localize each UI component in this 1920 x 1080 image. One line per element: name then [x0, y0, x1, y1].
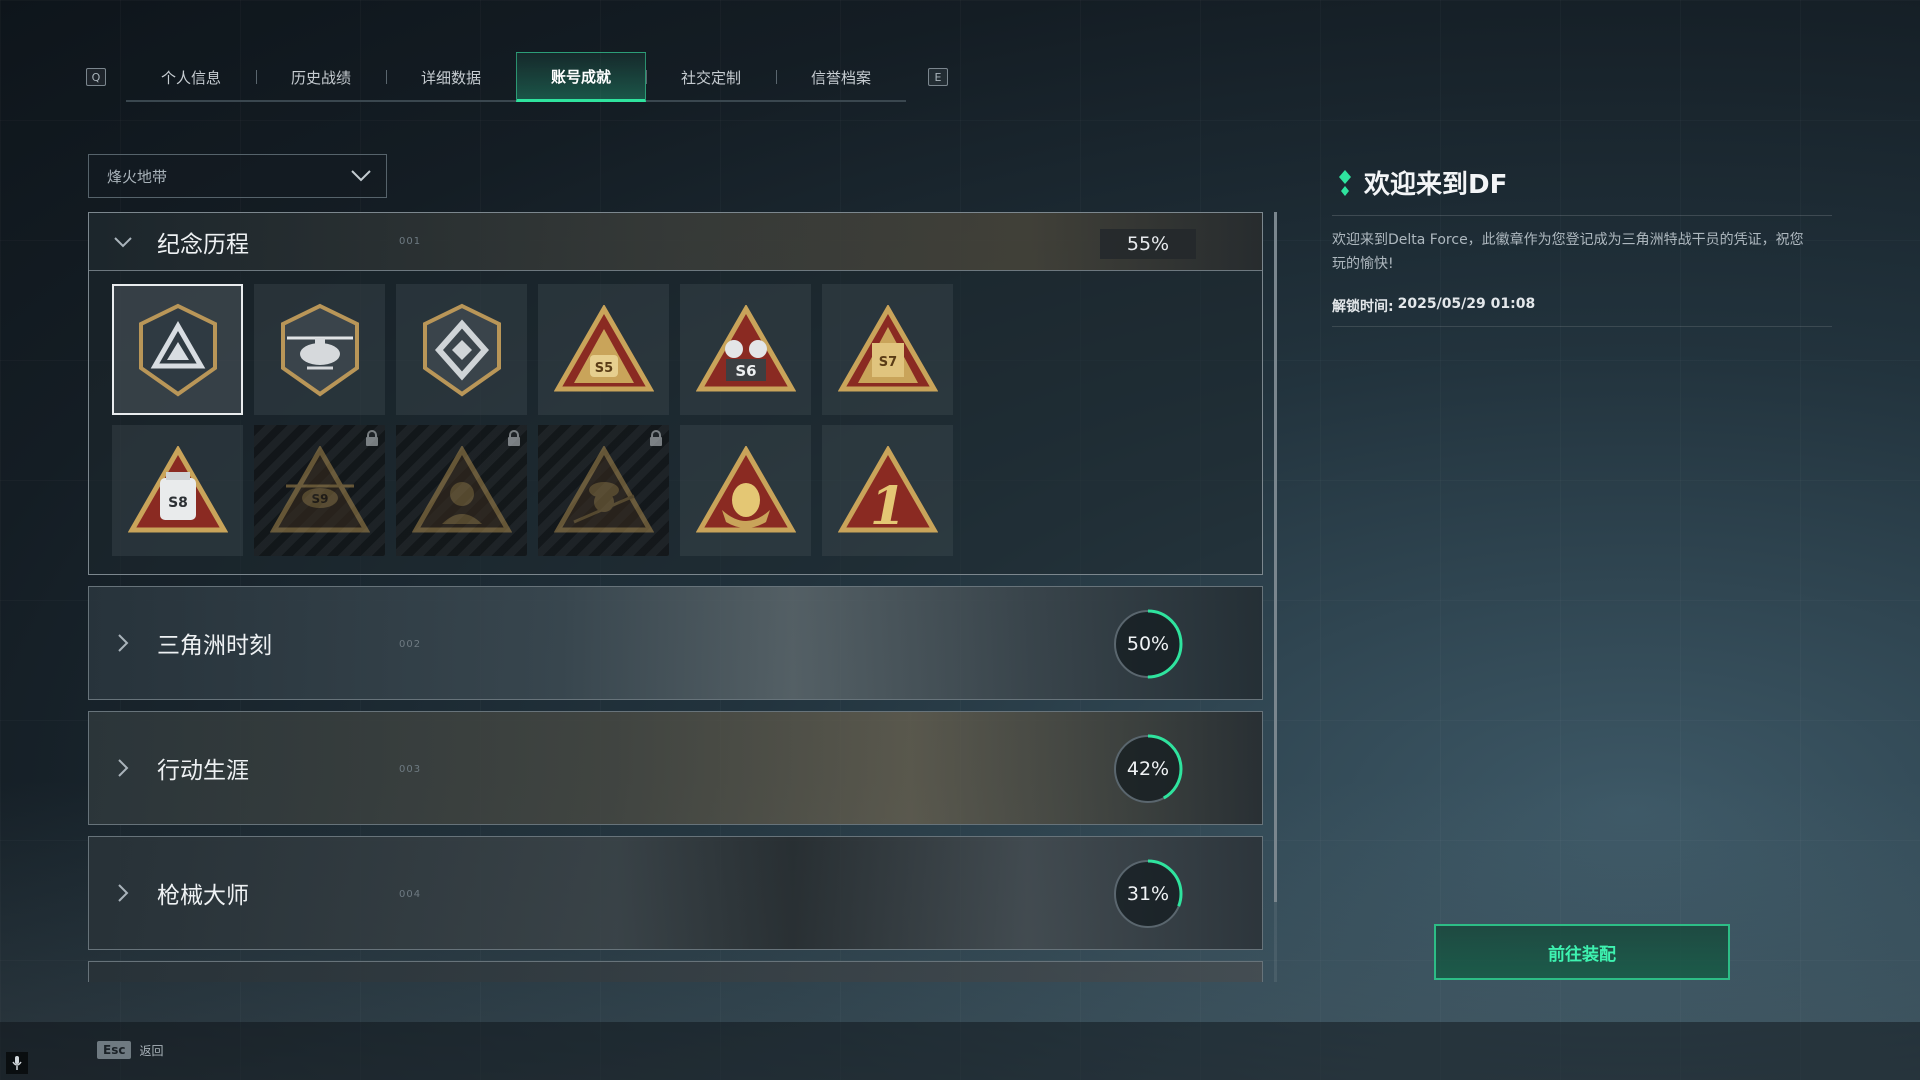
badge-label: S7: [878, 355, 896, 370]
badge-item[interactable]: 1: [822, 425, 953, 556]
badge-grid: S5 S6 S7 S8 S9 1: [89, 271, 1089, 556]
category-progress-label: 50%: [1126, 633, 1170, 655]
achievement-category-list: 纪念历程 001 55% S5 S6 S7 S8 S9 1 三角洲时刻 002 …: [88, 212, 1263, 982]
back-hint[interactable]: Esc 返回: [97, 1041, 163, 1059]
chevron-right-icon: [118, 759, 129, 777]
badge-item[interactable]: [396, 284, 527, 415]
season-s9-badge-icon: S9: [269, 445, 370, 532]
chevron-down-icon: [351, 170, 371, 182]
category-title: 枪械大师: [157, 883, 249, 909]
badge-label: S6: [735, 362, 756, 380]
badge-item[interactable]: [396, 425, 527, 556]
badge-item[interactable]: [538, 425, 669, 556]
lock-icon: [508, 430, 520, 446]
detail-title-text: 欢迎来到DF: [1364, 170, 1508, 200]
category-title: 纪念历程: [157, 231, 249, 258]
badge-label: S5: [594, 361, 612, 376]
category-progress-ring: 42%: [1112, 733, 1184, 805]
category-commemorative-header[interactable]: 纪念历程 001 55%: [89, 213, 1262, 271]
unlock-time-value: 2025/05/29 01:08: [1397, 296, 1536, 312]
category-career[interactable]: 行动生涯 003 42%: [88, 711, 1263, 825]
category-title: 行动生涯: [157, 758, 249, 784]
detail-description: 欢迎来到Delta Force，此徽章作为您登记成为三角洲特战干员的凭证，祝您玩…: [1332, 232, 1804, 272]
tab-personal-info[interactable]: 个人信息: [126, 52, 256, 102]
tab-social-customization[interactable]: 社交定制: [646, 52, 776, 102]
badge-item[interactable]: S8: [112, 425, 243, 556]
category-code: 004: [399, 889, 422, 900]
go-equip-button[interactable]: 前往装配: [1434, 924, 1730, 980]
badge-label: S8: [168, 495, 188, 511]
badge-item[interactable]: [112, 284, 243, 415]
top-tab-bar: Q 个人信息 历史战绩 详细数据 账号成就 社交定制 信誉档案 E: [86, 52, 948, 102]
category-code: 001: [399, 236, 422, 247]
lock-icon: [366, 430, 378, 446]
shield-triangle-badge-icon: [138, 303, 217, 396]
list-scrollbar-thumb[interactable]: [1274, 212, 1277, 902]
number-one-badge-icon: 1: [837, 445, 938, 536]
category-weapons[interactable]: 枪械大师 004 31%: [88, 836, 1263, 950]
season-s5-badge-icon: S5: [553, 304, 654, 391]
badge-item[interactable]: S6: [680, 284, 811, 415]
chevron-right-icon: [118, 634, 129, 652]
golden-egg-badge-icon: [695, 445, 796, 532]
season-s6-badge-icon: S6: [695, 304, 796, 391]
chevron-right-icon: [118, 884, 129, 902]
tab-credit-record[interactable]: 信誉档案: [776, 52, 906, 102]
category-code: 002: [399, 639, 422, 650]
badge-item[interactable]: [254, 284, 385, 415]
lock-icon: [650, 430, 662, 446]
bottom-bar: [0, 1022, 1920, 1080]
helicopter-shield-badge-icon: [280, 303, 359, 396]
chevron-down-icon: [114, 236, 132, 247]
badge-item[interactable]: [680, 425, 811, 556]
divider: [1332, 326, 1832, 327]
tab-left-key-hint[interactable]: Q: [86, 68, 106, 86]
category-code: 003: [399, 764, 422, 775]
category-partial-next[interactable]: [88, 961, 1263, 982]
category-commemorative: 纪念历程 001 55% S5 S6 S7 S8 S9 1: [88, 212, 1263, 575]
category-progress-ring: 50%: [1112, 608, 1184, 680]
unlock-time-label: 解锁时间:: [1332, 299, 1394, 315]
tabs: 个人信息 历史战绩 详细数据 账号成就 社交定制 信誉档案: [126, 52, 906, 102]
detail-title: 欢迎来到DF: [1332, 164, 1832, 201]
season-s8-badge-icon: S8: [127, 445, 228, 532]
category-progress-label: 31%: [1126, 883, 1170, 905]
tab-detailed-stats[interactable]: 详细数据: [386, 52, 516, 102]
season-s7-badge-icon: S7: [837, 304, 938, 391]
category-moments[interactable]: 三角洲时刻 002 50%: [88, 586, 1263, 700]
badge-item[interactable]: S5: [538, 284, 669, 415]
operator-portrait-badge-icon: [411, 445, 512, 532]
mode-dropdown[interactable]: 烽火地带: [88, 154, 387, 198]
detail-unlock-time: 解锁时间: 2025/05/29 01:08: [1332, 296, 1832, 316]
microphone-icon[interactable]: [6, 1052, 28, 1074]
diamond-shield-badge-icon: [422, 303, 501, 396]
esc-key: Esc: [97, 1041, 132, 1059]
badge-label: S9: [311, 492, 328, 506]
diamond-marker-icon: [1339, 169, 1351, 196]
tab-account-achievements[interactable]: 账号成就: [516, 52, 646, 102]
category-progress-label: 42%: [1126, 758, 1170, 780]
category-progress-ring: 31%: [1112, 858, 1184, 930]
category-title: 三角洲时刻: [157, 633, 272, 659]
badge-item[interactable]: S7: [822, 284, 953, 415]
divider: [1332, 215, 1832, 216]
back-label: 返回: [139, 1043, 164, 1058]
mode-dropdown-value: 烽火地带: [107, 167, 168, 186]
badge-detail-panel: 欢迎来到DF 欢迎来到Delta Force，此徽章作为您登记成为三角洲特战干员…: [1332, 164, 1832, 327]
tab-right-key-hint[interactable]: E: [928, 68, 948, 86]
tab-match-history[interactable]: 历史战绩: [256, 52, 386, 102]
badge-item[interactable]: S9: [254, 425, 385, 556]
soldier-portrait-badge-icon: [553, 445, 654, 532]
badge-label: 1: [869, 476, 905, 536]
category-progress: 55%: [1100, 229, 1196, 259]
